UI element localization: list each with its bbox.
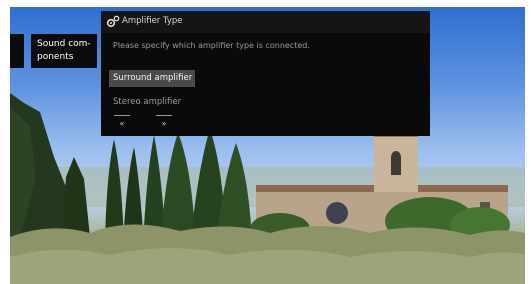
amplifier-type-dialog: Amplifier Type Please specify which ampl… [101, 11, 430, 136]
forward-button[interactable]: » [153, 113, 175, 129]
instruction-text: Please specify which amplifier type is c… [113, 41, 310, 50]
option-surround-amplifier[interactable]: Surround amplifier [109, 70, 195, 87]
back-button[interactable]: « [111, 113, 133, 129]
dialog-header: Amplifier Type [101, 11, 430, 33]
sound-components-menu-item[interactable]: Sound com- ponents [31, 34, 97, 68]
tv-screen: Sound com- ponents Amplifier Type Please… [10, 7, 525, 284]
dialog-title: Amplifier Type [122, 16, 183, 26]
gear-icon [106, 15, 120, 28]
double-right-arrow-icon: » [161, 119, 167, 128]
option-stereo-amplifier[interactable]: Stereo amplifier [109, 94, 195, 111]
double-left-arrow-icon: « [119, 119, 125, 128]
sound-components-label: Sound com- ponents [37, 39, 91, 62]
menu-panel-edge [10, 34, 24, 68]
